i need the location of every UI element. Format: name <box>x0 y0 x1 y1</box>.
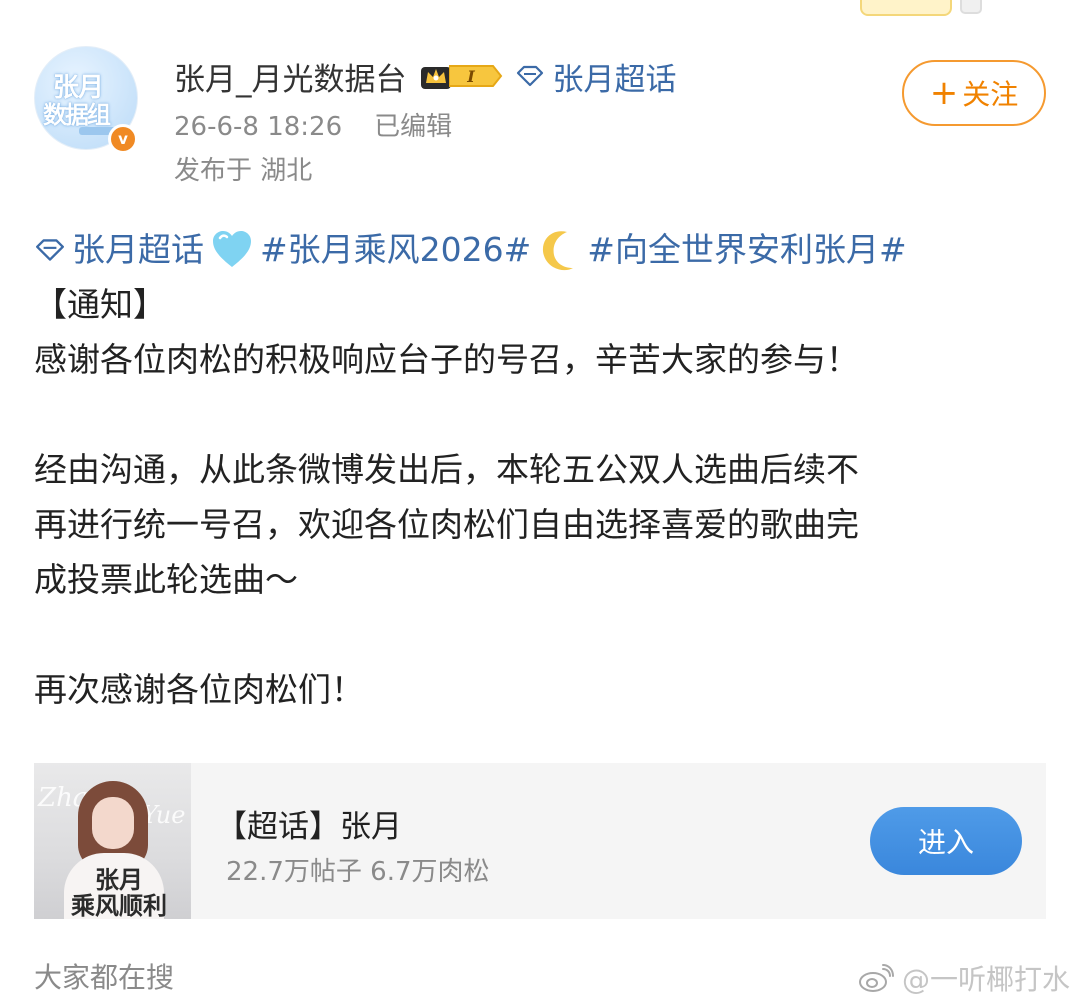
cover-script-text: Yue <box>142 801 186 829</box>
tag-line: 张月超话 #张月乘风2026# #向全世界安利张月# <box>34 222 1044 277</box>
crown-icon <box>420 67 451 89</box>
time-row: 26-6-8 18:26 已编辑 <box>174 106 452 143</box>
location-label: 发布于 湖北 <box>174 156 313 186</box>
watermark: @一听椰打水 <box>858 958 1070 998</box>
crescent-moon-icon <box>543 230 574 270</box>
diamond-icon <box>516 65 543 87</box>
post-line: 再次感谢各位肉松们！ <box>34 670 364 709</box>
username[interactable]: 张月_月光数据台 <box>174 54 407 99</box>
notice-heading: 【通知】 <box>34 285 166 324</box>
super-topic-card[interactable]: Zha Yue 张月 乘风顺利 【超话】张月 22.7万帖子 6.7万肉松 进入 <box>34 763 1046 919</box>
post-line: 成投票此轮选曲～ <box>34 560 298 599</box>
header-topic-label: 张月超话 <box>552 61 677 98</box>
follow-button[interactable]: + 关注 <box>902 60 1046 126</box>
plus-icon: + <box>929 73 959 113</box>
cover-caption-line: 乘风顺利 <box>71 891 167 919</box>
level-number: I <box>466 67 475 86</box>
avatar-text-bottom: 数据组 <box>43 101 111 129</box>
topic-tag[interactable]: 张月超话 <box>72 222 204 277</box>
header-topic-link[interactable]: 张月超话 <box>515 54 677 99</box>
enter-button[interactable]: 进入 <box>870 807 1022 875</box>
diamond-icon <box>36 238 64 261</box>
cover-caption: 张月 乘风顺利 <box>64 867 174 919</box>
blue-heart-icon <box>213 230 251 267</box>
post-time: 26-6-8 18:26 <box>174 112 343 142</box>
cover-figure-face <box>92 797 134 849</box>
top-square-decoration <box>960 0 982 14</box>
top-decoration <box>850 0 990 18</box>
post-body: 张月超话 #张月乘风2026# #向全世界安利张月# 【通知】 感谢各位肉松的积… <box>34 222 1044 717</box>
card-title: 【超话】张月 <box>216 809 402 845</box>
edited-label[interactable]: 已编辑 <box>374 112 452 142</box>
post-line: 经由沟通，从此条微博发出后，本轮五公双人选曲后续不 <box>34 450 859 489</box>
trending-search-label: 大家都在搜 <box>34 961 175 994</box>
verified-badge-icon: v <box>108 124 138 154</box>
post-line: 再进行统一号召，欢迎各位肉松们自由选择喜爱的歌曲完 <box>34 505 859 544</box>
watermark-text: @一听椰打水 <box>901 963 1070 996</box>
hashtag-link[interactable]: #向全世界安利张月# <box>587 222 906 277</box>
name-row: 张月_月光数据台 I 张月超话 <box>174 54 677 98</box>
level-tag-icon: I <box>448 65 502 87</box>
follow-label: 关注 <box>962 78 1019 111</box>
post-line: 感谢各位肉松的积极响应台子的号召，辛苦大家的参与！ <box>34 340 859 379</box>
card-stats: 22.7万帖子 6.7万肉松 <box>226 857 490 887</box>
post-header: 张月 数据组 v 张月_月光数据台 I 张月超话 26-6-8 18:26 已编… <box>34 46 1046 196</box>
weibo-logo-icon <box>858 964 894 992</box>
cover-caption-line: 张月 <box>95 865 143 894</box>
fan-level-badge[interactable]: I <box>419 59 503 93</box>
super-topic-cover-image: Zha Yue 张月 乘风顺利 <box>34 763 191 919</box>
top-badge-decoration <box>860 0 952 16</box>
hashtag-link[interactable]: #张月乘风2026# <box>260 222 531 277</box>
